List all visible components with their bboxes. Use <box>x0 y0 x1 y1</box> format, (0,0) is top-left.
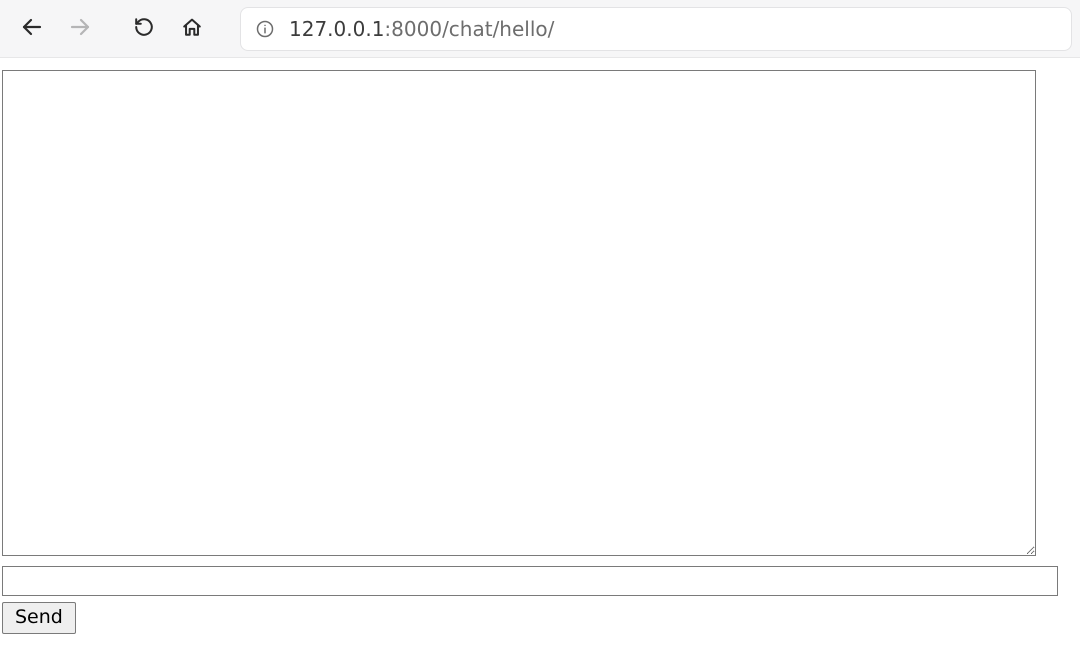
arrow-left-icon <box>20 15 44 43</box>
chat-log-textarea[interactable] <box>2 70 1036 556</box>
back-button[interactable] <box>8 5 56 53</box>
address-bar[interactable]: 127.0.0.1:8000/chat/hello/ <box>240 7 1072 51</box>
send-button[interactable]: Send <box>2 602 76 634</box>
forward-button <box>56 5 104 53</box>
url-path: /chat/hello/ <box>442 17 554 41</box>
home-button[interactable] <box>168 5 216 53</box>
url-host: 127.0.0.1 <box>289 17 384 41</box>
chat-message-input[interactable] <box>2 566 1058 596</box>
page-content: Send <box>0 58 1080 636</box>
browser-toolbar: 127.0.0.1:8000/chat/hello/ <box>0 0 1080 58</box>
url-text: 127.0.0.1:8000/chat/hello/ <box>289 17 554 41</box>
reload-button[interactable] <box>120 5 168 53</box>
reload-icon <box>133 16 155 42</box>
home-icon <box>181 16 203 42</box>
site-info-icon[interactable] <box>255 19 275 39</box>
arrow-right-icon <box>68 15 92 43</box>
url-port: :8000 <box>384 17 442 41</box>
